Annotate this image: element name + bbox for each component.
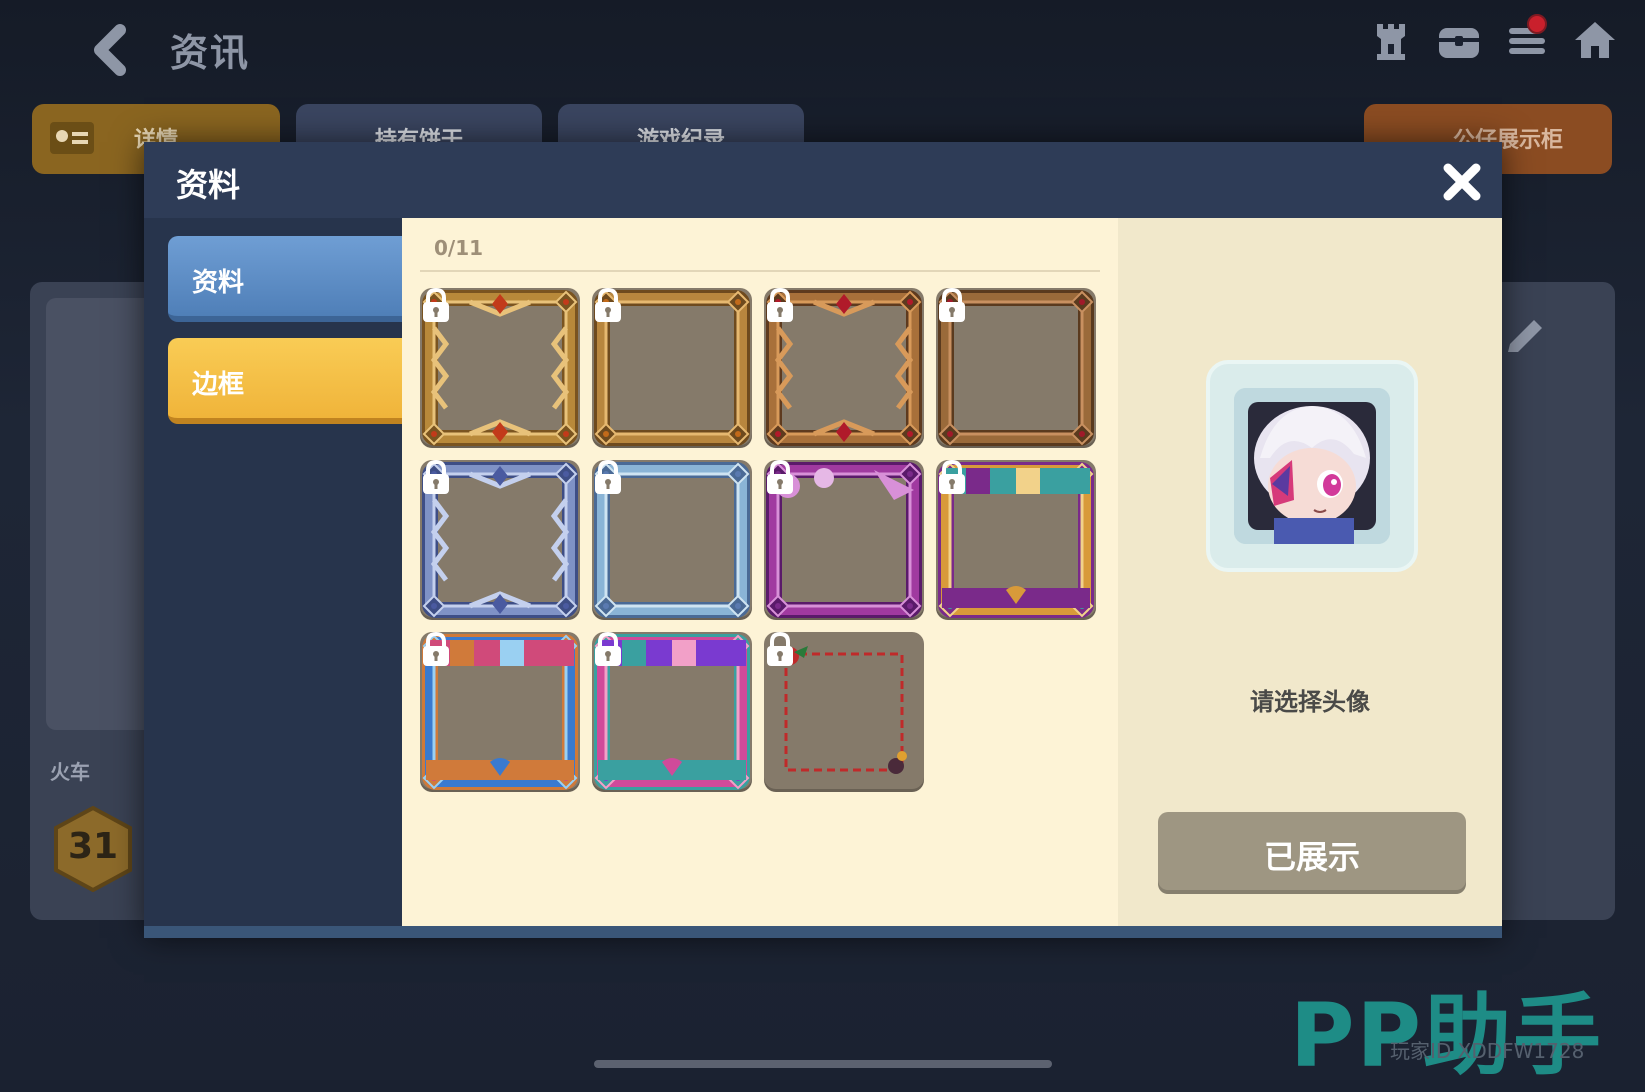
castle-icon[interactable] (1369, 18, 1413, 62)
lock-icon (767, 632, 793, 666)
close-button[interactable] (1440, 160, 1484, 204)
lock-icon (939, 288, 965, 322)
select-avatar-hint: 请选择头像 (1250, 688, 1370, 716)
lock-icon (595, 288, 621, 322)
modal-title: 资料 (176, 166, 241, 204)
frame-item-gold-simple[interactable] (592, 288, 752, 448)
frame-item-ruby-simple[interactable] (936, 288, 1096, 448)
page-title: 资讯 (170, 31, 251, 75)
lock-icon (939, 460, 965, 494)
lock-icon (767, 288, 793, 322)
train-label: 火车 (50, 760, 90, 784)
modal-header: 资料 (144, 142, 1502, 218)
frames-grid (420, 288, 1096, 792)
frame-item-gold-ornate[interactable] (420, 288, 580, 448)
home-indicator[interactable] (594, 1060, 1052, 1068)
sidebar-item-profile[interactable]: 资料 (168, 236, 418, 322)
preview-panel: 请选择头像 已展示 (1118, 218, 1502, 926)
profile-modal: 资料 资料 边框 0/11 请选择头像 已展示 (144, 142, 1502, 938)
lock-icon (595, 460, 621, 494)
menu-icon[interactable] (1505, 14, 1549, 62)
watermark-brand: PP助手 (1290, 984, 1603, 1087)
level-number: 31 (67, 826, 119, 867)
avatar-preview (1206, 360, 1418, 572)
frame-item-silver-ornate[interactable] (420, 460, 580, 620)
avatar (1234, 388, 1390, 544)
close-icon (1443, 163, 1481, 201)
lock-icon (423, 288, 449, 322)
character-avatar-icon (1234, 388, 1390, 544)
home-icon[interactable] (1573, 18, 1617, 62)
frame-item-orange-festive[interactable] (936, 460, 1096, 620)
frame-item-purple-candy[interactable] (764, 460, 924, 620)
lock-icon (423, 460, 449, 494)
lock-icon (595, 632, 621, 666)
frames-panel: 0/11 (402, 218, 1118, 926)
frame-item-silver-simple[interactable] (592, 460, 752, 620)
back-icon (94, 24, 126, 76)
modal-sidebar (144, 218, 402, 938)
frame-item-ruby-ornate[interactable] (764, 288, 924, 448)
lock-icon (767, 460, 793, 494)
frames-count: 0/11 (434, 236, 484, 260)
frame-item-christmas-dashed[interactable] (764, 632, 924, 792)
frame-item-blue-festive[interactable] (420, 632, 580, 792)
top-bar: 资讯 (0, 0, 1645, 95)
divider (420, 270, 1100, 272)
modal-bottom-edge (144, 926, 1502, 938)
top-icons (1369, 14, 1617, 62)
lock-icon (423, 632, 449, 666)
back-button[interactable] (88, 24, 132, 76)
sidebar-item-frames[interactable]: 边框 (168, 338, 418, 424)
displayed-button[interactable]: 已展示 (1158, 812, 1466, 894)
frame-item-pink-festive[interactable] (592, 632, 752, 792)
notification-dot (1527, 14, 1547, 34)
watermark-player-id: 玩家ID XDDFW1728 (1390, 1039, 1585, 1063)
chest-icon[interactable] (1437, 18, 1481, 62)
